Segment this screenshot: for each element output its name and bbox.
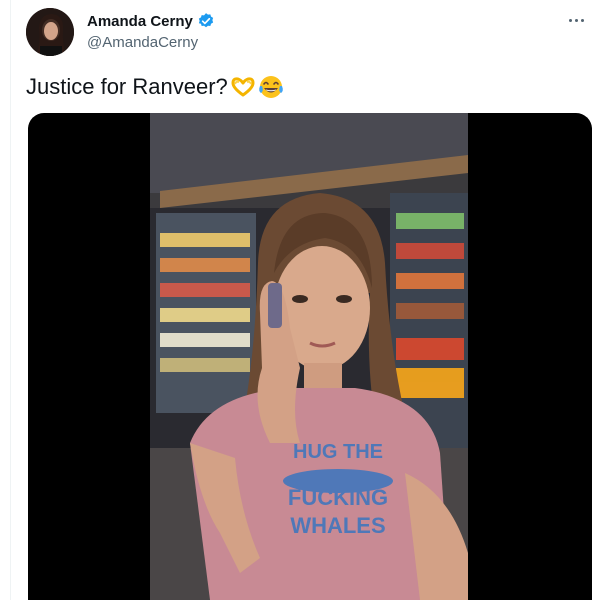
shirt-text-line: FUCKING (288, 485, 388, 510)
avatar[interactable] (26, 8, 74, 56)
author-name-row: Amanda Cerny (87, 12, 215, 30)
tweet-text: Justice for Ranveer? (26, 74, 228, 99)
more-options-button[interactable] (562, 10, 590, 30)
more-dot-icon (574, 18, 578, 22)
author-handle[interactable]: @AmandaCerny (87, 34, 198, 51)
shirt-text-line: HUG THE (293, 441, 383, 463)
shirt-text-line: WHALES (290, 513, 385, 538)
heart-hands-emoji-icon (231, 77, 255, 97)
more-dot-icon (568, 18, 572, 22)
video-frame: HUG THE FUCKING WHALES (150, 113, 468, 600)
tears-of-joy-emoji-icon (258, 76, 283, 98)
tweet-card: Amanda Cerny @AmandaCerny Justice for Ra… (0, 0, 600, 600)
author-display-name[interactable]: Amanda Cerny (87, 13, 193, 30)
tweet-video[interactable]: HUG THE FUCKING WHALES (28, 113, 592, 600)
tweet-text-row: Justice for Ranveer? (26, 74, 284, 100)
timeline-border (10, 0, 11, 600)
video-still-image: HUG THE FUCKING WHALES (150, 113, 468, 600)
profile-photo-icon (26, 8, 74, 56)
verified-badge-icon (198, 13, 213, 28)
more-dot-icon (580, 18, 584, 22)
